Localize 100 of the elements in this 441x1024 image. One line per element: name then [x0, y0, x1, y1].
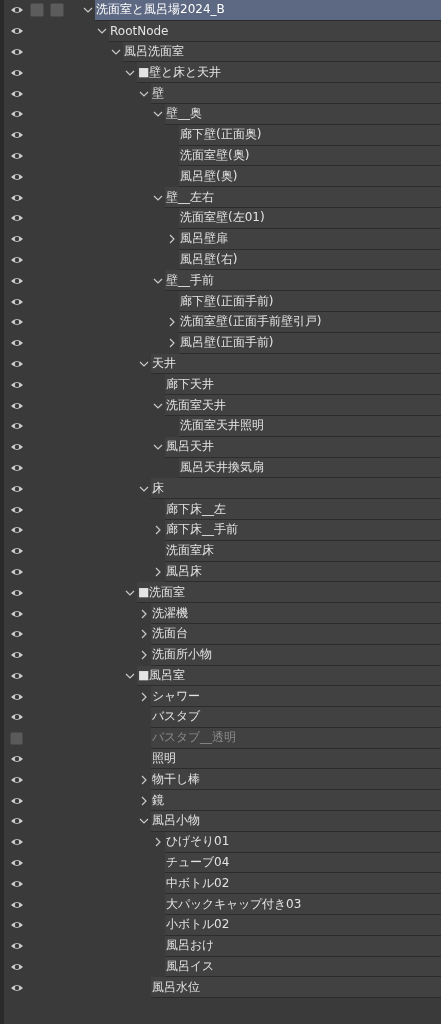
eye-icon[interactable] [10, 442, 24, 453]
layer-name[interactable]: 廊下壁(正面奥) [179, 124, 441, 146]
layer-name[interactable]: 廊下天井 [165, 374, 441, 396]
eye-icon[interactable] [10, 400, 24, 411]
eye-icon[interactable] [10, 837, 24, 848]
eye-icon[interactable] [10, 629, 24, 640]
layer-name[interactable]: 洗面台 [151, 623, 441, 645]
layer-name[interactable]: 物干し棒 [151, 769, 441, 791]
eye-icon[interactable] [10, 546, 24, 557]
chevron-right-icon[interactable] [153, 525, 163, 536]
layer-name[interactable]: 風呂天井換気扇 [179, 457, 441, 479]
lock-toggle[interactable] [30, 3, 44, 18]
chevron-right-icon[interactable] [153, 837, 163, 848]
layer-name[interactable]: チューブ04 [165, 852, 441, 874]
eye-icon[interactable] [10, 608, 24, 619]
eye-icon[interactable] [10, 670, 24, 681]
chevron-right-icon[interactable] [167, 338, 177, 349]
chevron-right-icon[interactable] [139, 629, 149, 640]
layer-name[interactable]: シャワー [151, 686, 441, 708]
eye-icon[interactable] [10, 462, 24, 473]
layer-name[interactable]: 風呂おけ [165, 935, 441, 957]
layer-name[interactable]: 風呂壁(奥) [179, 166, 441, 188]
chevron-right-icon[interactable] [153, 566, 163, 577]
visibility-toggle[interactable] [10, 731, 23, 745]
eye-icon[interactable] [10, 587, 24, 598]
eye-icon[interactable] [10, 920, 24, 931]
eye-icon[interactable] [10, 379, 24, 390]
eye-icon[interactable] [10, 878, 24, 889]
layer-name[interactable]: 壁 [151, 83, 441, 104]
chevron-right-icon[interactable] [167, 317, 177, 328]
eye-icon[interactable] [10, 254, 24, 265]
eye-icon[interactable] [10, 858, 24, 869]
layer-name[interactable]: 洗面室壁(左01) [179, 207, 441, 229]
layer-name[interactable]: 風呂水位 [151, 977, 441, 999]
layer-name[interactable]: 風呂床 [165, 561, 441, 583]
layer-name[interactable]: ■洗面室 [137, 582, 441, 604]
eye-icon[interactable] [10, 275, 24, 286]
reference-toggle[interactable] [50, 3, 64, 18]
chevron-right-icon[interactable] [167, 234, 177, 245]
layer-name[interactable]: 天井 [151, 353, 441, 375]
eye-icon[interactable] [10, 483, 24, 494]
layer-name[interactable]: 風呂壁(右) [179, 249, 441, 271]
layer-name[interactable]: 風呂壁(正面手前) [179, 332, 441, 354]
eye-icon[interactable] [10, 192, 24, 203]
eye-icon[interactable] [10, 88, 24, 99]
eye-icon[interactable] [10, 504, 24, 515]
layer-name[interactable]: 風呂イス [165, 956, 441, 978]
layer-name[interactable]: 壁__左右 [165, 187, 441, 208]
eye-icon[interactable] [10, 982, 24, 993]
layer-name[interactable]: 床 [151, 478, 441, 500]
eye-icon[interactable] [10, 712, 24, 723]
chevron-right-icon[interactable] [139, 650, 149, 661]
layer-name[interactable]: 洗面室壁(奥) [179, 145, 441, 167]
eye-icon[interactable] [10, 795, 24, 806]
layer-name[interactable]: バスタブ [151, 707, 441, 728]
eye-icon[interactable] [10, 816, 24, 827]
eye-icon[interactable] [10, 47, 24, 57]
chevron-right-icon[interactable] [139, 774, 149, 785]
eye-icon[interactable] [10, 67, 24, 78]
layer-name[interactable]: 風呂洗面室 [123, 41, 441, 63]
layer-name[interactable]: 廊下床__手前 [165, 519, 441, 541]
layer-name[interactable]: 洗面所小物 [151, 644, 441, 666]
eye-icon[interactable] [10, 962, 24, 973]
eye-icon[interactable] [10, 171, 24, 182]
eye-icon[interactable] [10, 899, 24, 910]
eye-icon[interactable] [10, 358, 24, 369]
layer-name[interactable]: 鏡 [151, 790, 441, 812]
eye-icon[interactable] [10, 150, 24, 161]
layer-name[interactable]: 壁__奥 [165, 104, 441, 125]
eye-icon[interactable] [10, 650, 24, 661]
eye-icon[interactable] [10, 26, 24, 37]
eye-icon[interactable] [10, 525, 24, 536]
eye-icon[interactable] [10, 421, 24, 432]
eye-icon[interactable] [10, 5, 24, 16]
layer-name[interactable]: ひげそり01 [165, 831, 441, 853]
layer-name[interactable]: 洗面室床 [165, 540, 441, 562]
eye-icon[interactable] [10, 566, 24, 577]
eye-icon[interactable] [10, 691, 24, 702]
layer-name[interactable]: 中ボトル02 [165, 873, 441, 895]
eye-icon[interactable] [10, 234, 24, 245]
layer-name[interactable]: 廊下壁(正面手前) [179, 291, 441, 312]
layer-name[interactable]: 洗面室壁(正面手前壁引戸) [179, 311, 441, 333]
eye-icon[interactable] [10, 109, 24, 120]
layer-name[interactable]: 洗面室と風呂場2024_B [95, 0, 441, 21]
eye-icon[interactable] [10, 130, 24, 141]
layer-name[interactable]: ■風呂室 [137, 665, 441, 687]
layer-name[interactable]: 小ボトル02 [165, 915, 441, 936]
layer-name[interactable]: 風呂小物 [151, 811, 441, 832]
layer-name[interactable]: 壁__手前 [165, 270, 441, 292]
eye-icon[interactable] [10, 338, 24, 349]
layer-name[interactable]: 廊下床__左 [165, 499, 441, 520]
layer-name[interactable]: 大パックキャップ付き03 [165, 894, 441, 916]
eye-icon[interactable] [10, 774, 24, 785]
eye-icon[interactable] [10, 296, 24, 307]
layer-name[interactable]: 洗面室天井 [165, 395, 441, 416]
layer-name[interactable]: 洗濯機 [151, 603, 441, 624]
chevron-right-icon[interactable] [139, 795, 149, 806]
layer-name[interactable]: RootNode [109, 20, 441, 42]
eye-icon[interactable] [10, 213, 24, 224]
eye-icon[interactable] [10, 317, 24, 328]
